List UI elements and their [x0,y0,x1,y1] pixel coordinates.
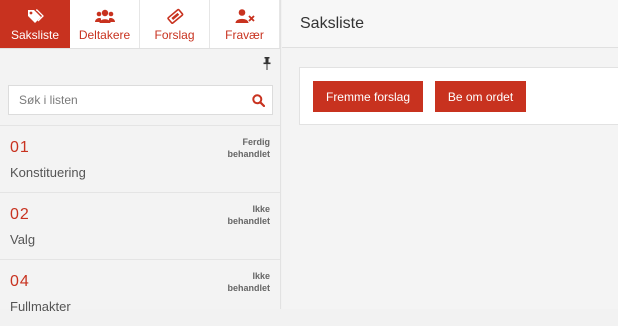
status-line: behandlet [227,283,270,293]
users-icon [94,7,115,24]
list-item[interactable]: 04 Fullmakter Ikke behandlet [0,259,280,326]
status-line: Ikke [252,204,270,214]
item-title: Konstituering [10,165,86,180]
item-number: 01 [10,139,30,156]
status-line: behandlet [227,216,270,226]
item-status: Ikke behandlet [210,203,270,227]
tab-fravaer[interactable]: Fravær [210,0,280,48]
tab-deltakere[interactable]: Deltakere [70,0,140,48]
tab-bar: Saksliste Deltakere Forslag Fravær [0,0,280,49]
main-content: Fremme forslag Be om ordet [282,48,618,309]
item-title: Fullmakter [10,299,71,314]
agenda-list: 01 Konstituering Ferdig behandlet 02 Val… [0,125,280,326]
action-card: Fremme forslag Be om ordet [299,67,618,125]
list-item[interactable]: 02 Valg Ikke behandlet [0,192,280,259]
search-icon[interactable] [252,94,266,112]
tab-label: Saksliste [10,28,60,42]
item-number: 04 [10,273,30,290]
search-box [8,85,273,115]
tags-icon [26,7,44,24]
status-line: Ikke [252,271,270,281]
propose-button[interactable]: Fremme forslag [313,81,423,112]
ticket-icon [166,7,184,24]
item-status: Ferdig behandlet [210,136,270,160]
tab-label: Forslag [154,28,195,42]
tab-label: Fravær [225,28,264,42]
tab-forslag[interactable]: Forslag [140,0,210,48]
tab-label: Deltakere [78,28,131,42]
request-word-button[interactable]: Be om ordet [435,81,526,112]
user-remove-icon [235,7,255,24]
page-title: Saksliste [300,15,365,32]
search-input[interactable] [9,86,249,114]
main-header: Saksliste [282,0,618,48]
item-status: Ikke behandlet [210,270,270,294]
tab-saksliste[interactable]: Saksliste [0,0,70,48]
pin-icon[interactable] [263,57,271,75]
status-line: behandlet [227,149,270,159]
status-line: Ferdig [242,137,270,147]
item-title: Valg [10,232,36,247]
list-item[interactable]: 01 Konstituering Ferdig behandlet [0,125,280,192]
item-number: 02 [10,206,30,223]
sidebar: Saksliste Deltakere Forslag Fravær Søk i… [0,0,281,314]
